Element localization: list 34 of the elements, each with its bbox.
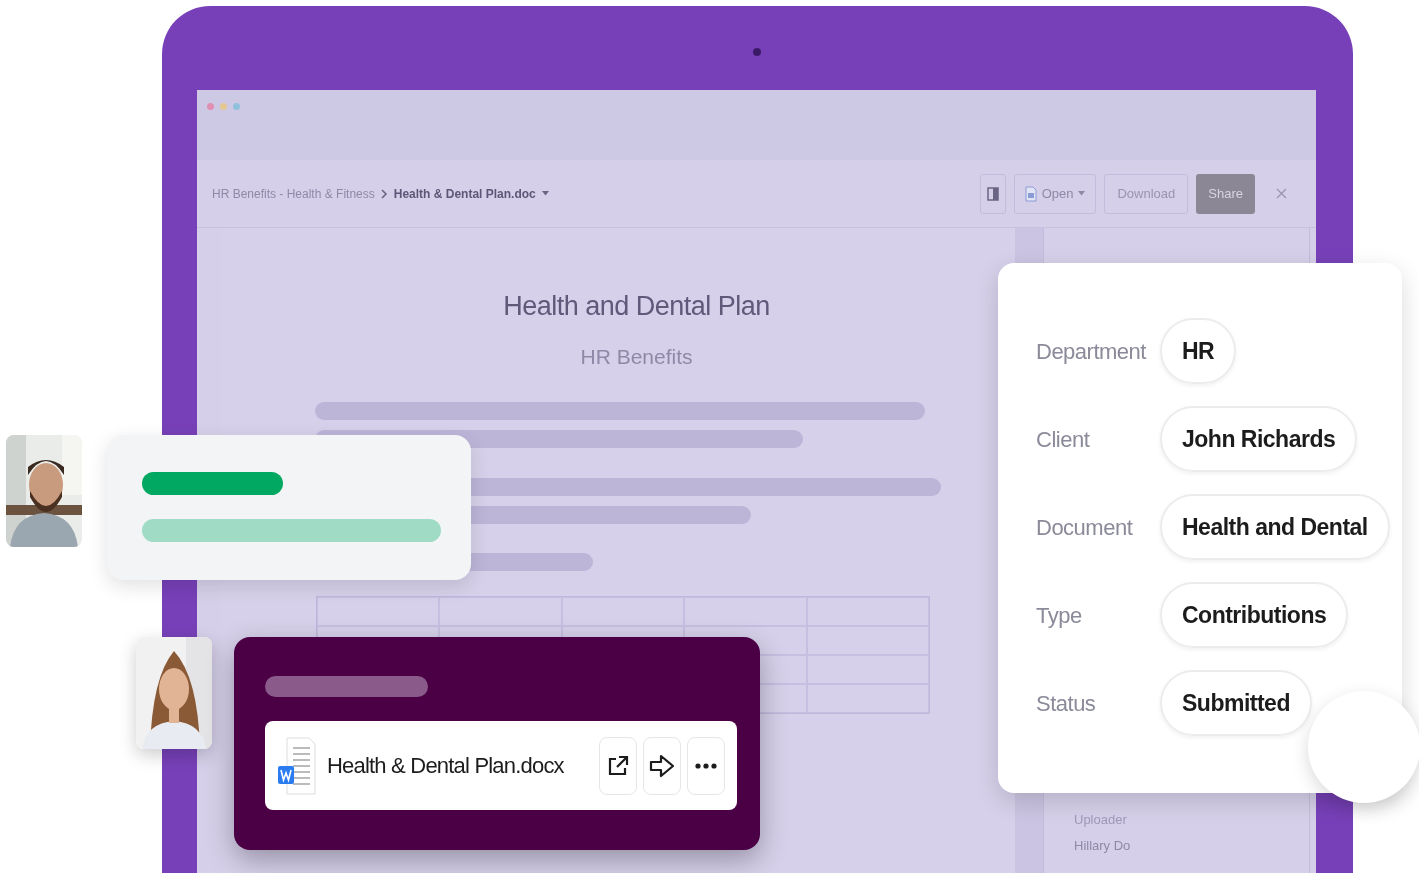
arrow-right-icon [649,753,675,778]
file-name: Health & Dental Plan.docx [327,752,565,780]
field-value: Hillary Do [1074,836,1131,855]
breadcrumb-current: Health & Dental Plan.doc [393,185,536,203]
panel-icon [986,186,999,201]
document-icon [1024,185,1037,202]
close-icon [1275,188,1287,199]
more-icon [695,762,717,769]
breadcrumb-link[interactable]: HR Benefits - Health & Fitness [212,184,375,203]
value-pill: HR [1160,318,1237,384]
field-label: Type [1036,601,1083,630]
caret-down-icon [1078,191,1086,196]
field-label: Client [1036,425,1091,454]
share-button[interactable] [643,736,681,795]
camera-icon [753,48,761,56]
share-button[interactable]: Share [1196,173,1255,214]
panel-toggle-button[interactable] [979,173,1006,214]
field-label: Document [1036,513,1134,542]
more-button[interactable] [687,736,725,795]
file-attachment[interactable]: Health & Dental Plan.docx [265,721,737,810]
chevron-right-icon [380,188,388,199]
value-pill: John Richards [1160,406,1358,472]
caret-down-icon[interactable] [541,191,549,196]
document-subtitle: HR Benefits [580,343,693,370]
external-link-icon [607,754,629,777]
value-pill: Contributions [1160,582,1349,648]
open-button[interactable]: Open [1013,173,1097,214]
download-button[interactable]: Download [1104,173,1189,214]
value-pill: Submitted [1160,670,1312,736]
field-label: Status [1036,689,1097,718]
open-button[interactable] [599,736,637,795]
value-pill: Health and Dental [1160,494,1390,560]
field-label: Department [1036,337,1148,366]
document-title: Health and Dental Plan [503,290,770,323]
